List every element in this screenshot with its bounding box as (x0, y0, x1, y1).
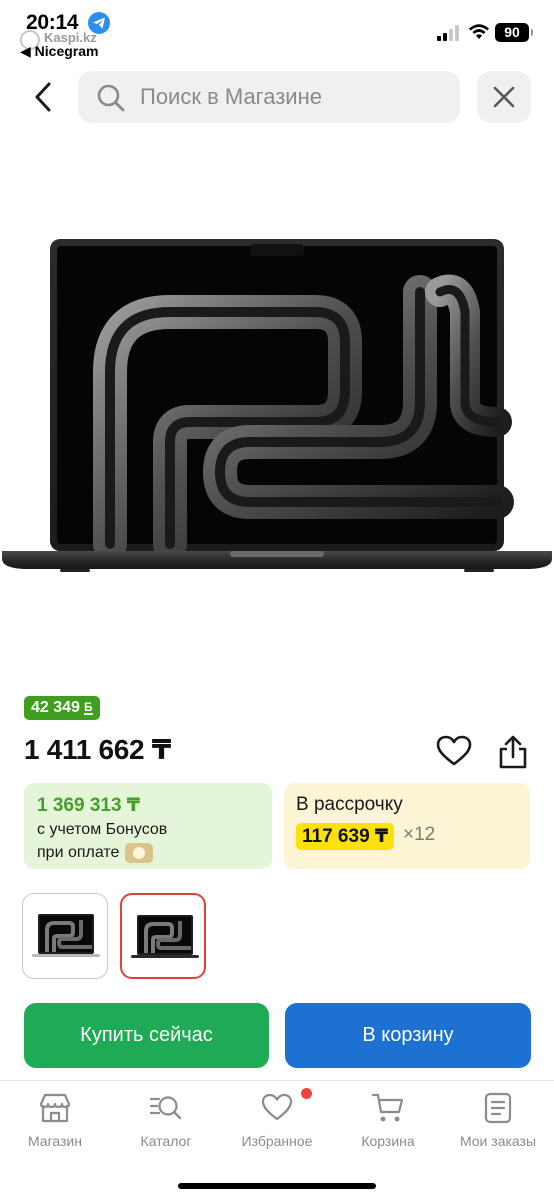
tab-orders-label: Мои заказы (459, 1133, 537, 1149)
payment-note: при оплате (37, 843, 154, 863)
search-icon (97, 84, 125, 112)
buy-now-button[interactable]: Купить сейчас (24, 1003, 269, 1068)
tab-store-label: Магазин (27, 1133, 82, 1149)
tab-catalog-label: Каталог (140, 1133, 192, 1149)
close-button[interactable] (477, 71, 531, 123)
product-price: 1 411 662 ₸ (24, 734, 171, 765)
share-icon (499, 735, 527, 769)
tab-cart-label: Корзина (361, 1133, 415, 1149)
tab-orders[interactable]: Мои заказы (443, 1091, 553, 1155)
return-app-label[interactable]: ◀ Nicegram (20, 43, 98, 60)
favorites-notification-dot (301, 1088, 312, 1099)
heart-icon (261, 1093, 293, 1121)
bonus-price-card[interactable]: 1 369 313 ₸ с учетом Бонусов при оплате (24, 783, 272, 869)
tab-catalog[interactable]: Каталог (111, 1091, 221, 1155)
share-button[interactable] (496, 734, 530, 770)
bonus-amount: 42 349 (31, 699, 80, 716)
tab-cart[interactable]: Корзина (333, 1091, 443, 1155)
add-to-cart-button[interactable]: В корзину (285, 1003, 531, 1068)
catalog-search-icon (149, 1096, 182, 1120)
store-icon (39, 1093, 71, 1123)
variant-thumbnail-2-selected[interactable] (120, 893, 206, 979)
home-indicator (178, 1183, 376, 1189)
bonus-note: с учетом Бонусов (37, 821, 168, 838)
battery-indicator: 90 (495, 23, 533, 42)
heart-icon (436, 735, 472, 766)
tab-favorites-label: Избранное (241, 1133, 313, 1149)
chevron-left-icon (35, 82, 51, 112)
laptop-thumbnail-icon (131, 915, 199, 958)
product-image[interactable] (0, 232, 554, 582)
price-with-bonus: 1 369 313 ₸ (37, 795, 141, 816)
back-button[interactable] (22, 72, 64, 122)
payment-note-text: при оплате (37, 844, 120, 861)
search-box[interactable] (78, 71, 460, 123)
installment-months: ×12 (403, 824, 436, 845)
bottom-tab-bar: Магазин Каталог Избранное Корзина Мои за… (0, 1080, 554, 1200)
search-input[interactable] (140, 71, 440, 123)
tab-store[interactable]: Магазин (0, 1091, 110, 1155)
installment-title: В рассрочку (296, 794, 403, 815)
tab-favorites[interactable]: Избранное (222, 1091, 332, 1155)
bonus-currency: Б (83, 700, 93, 715)
bonus-badge: 42 349 Б (24, 696, 100, 720)
status-bar: 20:14 Kaspi.kz ◀ Nicegram 90 (0, 0, 554, 64)
close-icon (493, 86, 515, 108)
return-to-app[interactable]: Kaspi.kz ◀ Nicegram (20, 30, 160, 60)
kaspi-pay-icon (125, 843, 154, 863)
monthly-payment: 117 639 ₸ (296, 823, 395, 850)
laptop-thumbnail-icon (32, 914, 100, 957)
favorite-button[interactable] (436, 735, 472, 767)
cellular-signal-icon (437, 25, 463, 41)
installment-card[interactable]: В рассрочку 117 639 ₸ ×12 (284, 783, 530, 869)
cart-icon (371, 1093, 404, 1122)
wifi-icon (468, 23, 490, 41)
variant-thumbnail-1[interactable] (22, 893, 108, 979)
orders-icon (484, 1092, 512, 1124)
